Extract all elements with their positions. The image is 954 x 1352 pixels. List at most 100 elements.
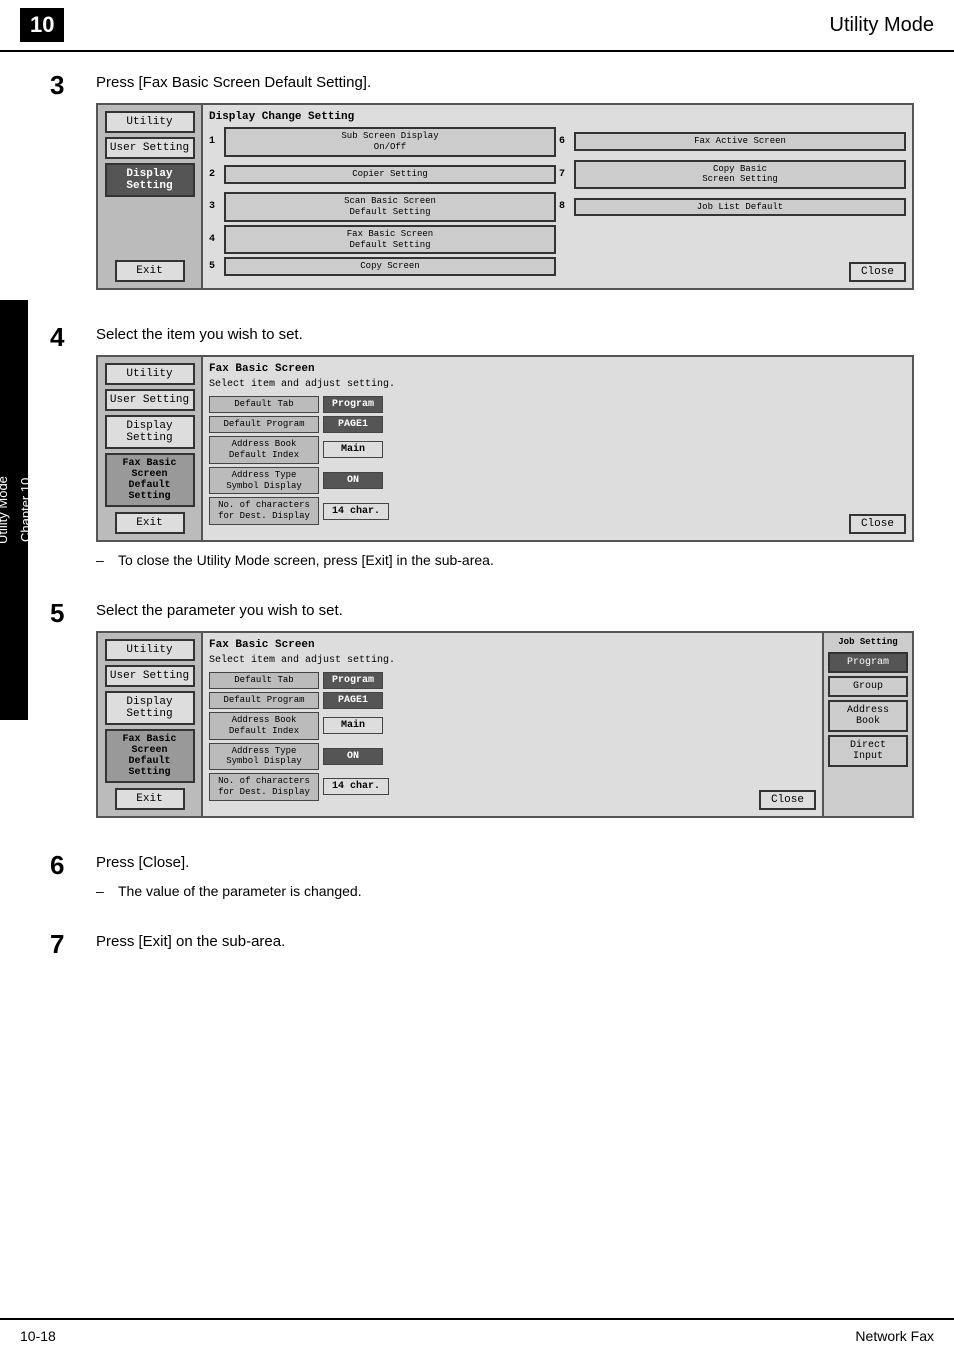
close-btn-5[interactable]: Close — [759, 790, 816, 810]
page-header: 10 Utility Mode — [0, 0, 954, 52]
user-setting-btn-4[interactable]: User Setting — [105, 389, 195, 411]
dcs-btn-6[interactable]: Fax Active Screen — [574, 132, 906, 151]
footer-page-num: 10-18 — [20, 1328, 56, 1344]
screen-5-right-panel: Job Setting Program Group AddressBook Di… — [822, 633, 912, 816]
screen-3-title: Display Change Setting — [209, 111, 906, 123]
fbs-label-2[interactable]: Default Program — [209, 416, 319, 433]
fbs5-label-4[interactable]: Address TypeSymbol Display — [209, 743, 319, 771]
dcs-item-3: 3 Scan Basic ScreenDefault Setting — [209, 192, 556, 222]
direct-input-btn-5[interactable]: Direct Input — [828, 735, 908, 767]
fbs5-label-5[interactable]: No. of charactersfor Dest. Display — [209, 773, 319, 801]
dcs-num-2: 2 — [209, 169, 221, 180]
dcs-item-8: 8 Job List Default — [559, 192, 906, 222]
step-3-number: 3 — [50, 72, 86, 98]
exit-btn-5[interactable]: Exit — [115, 788, 185, 810]
screen-4-subtitle: Select item and adjust setting. — [209, 379, 906, 390]
side-tab-mode: Utility Mode — [0, 476, 10, 544]
step-6: 6 Press [Close]. – The value of the para… — [50, 852, 914, 907]
dcs-btn-1[interactable]: Sub Screen DisplayOn/Off — [224, 127, 556, 157]
fax-basic-btn-5[interactable]: Fax Basic ScreenDefault Setting — [105, 729, 195, 783]
fax-basic-btn-4[interactable]: Fax Basic ScreenDefault Setting — [105, 453, 195, 507]
step-7: 7 Press [Exit] on the sub-area. — [50, 931, 914, 962]
side-tab: Utility Mode Chapter 10 — [0, 300, 28, 720]
step-7-content: Press [Exit] on the sub-area. — [96, 931, 914, 962]
dcs-num-6: 6 — [559, 136, 571, 147]
dcs-btn-3[interactable]: Scan Basic ScreenDefault Setting — [224, 192, 556, 222]
utility-btn-3[interactable]: Utility — [105, 111, 195, 133]
fbs-row-1: Default Tab Program — [209, 396, 906, 413]
step-3-content: Press [Fax Basic Screen Default Setting]… — [96, 72, 914, 300]
footer-section: Network Fax — [855, 1328, 934, 1344]
user-setting-btn-5[interactable]: User Setting — [105, 665, 195, 687]
dcs-item-2: 2 Copier Setting — [209, 160, 556, 190]
fbs5-label-2[interactable]: Default Program — [209, 692, 319, 709]
step-7-number: 7 — [50, 931, 86, 957]
note-text-4: To close the Utility Mode screen, press … — [118, 552, 494, 568]
user-setting-btn-3[interactable]: User Setting — [105, 137, 195, 159]
screen-3-sidebar: Utility User Setting Display Setting Exi… — [98, 105, 203, 288]
fbs-value-5[interactable]: 14 char. — [323, 503, 389, 520]
dcs-num-4: 4 — [209, 234, 221, 245]
display-setting-btn-5[interactable]: Display Setting — [105, 691, 195, 725]
fbs5-label-1[interactable]: Default Tab — [209, 672, 319, 689]
note-dash-4: – — [96, 552, 110, 568]
address-book-btn-5[interactable]: AddressBook — [828, 700, 908, 732]
step-4-content: Select the item you wish to set. Utility… — [96, 324, 914, 576]
fbs-label-5[interactable]: No. of charactersfor Dest. Display — [209, 497, 319, 525]
fbs-value-4[interactable]: ON — [323, 472, 383, 489]
fbs-row-5: No. of charactersfor Dest. Display 14 ch… — [209, 497, 906, 525]
screen-3-mockup: Utility User Setting Display Setting Exi… — [96, 103, 914, 290]
dcs-item-5: 5 Copy Screen — [209, 257, 556, 276]
job-setting-label: Job Setting — [828, 637, 908, 647]
dcs-num-5: 5 — [209, 261, 221, 272]
fbs-label-1[interactable]: Default Tab — [209, 396, 319, 413]
utility-btn-4[interactable]: Utility — [105, 363, 195, 385]
exit-btn-4[interactable]: Exit — [115, 512, 185, 534]
dcs-item-7: 7 Copy BasicScreen Setting — [559, 160, 906, 190]
dcs-num-3: 3 — [209, 201, 221, 212]
fbs5-value-2[interactable]: PAGE1 — [323, 692, 383, 709]
dcs-btn-4[interactable]: Fax Basic ScreenDefault Setting — [224, 225, 556, 255]
step-4: 4 Select the item you wish to set. Utili… — [50, 324, 914, 576]
step-3: 3 Press [Fax Basic Screen Default Settin… — [50, 72, 914, 300]
screen-3-main: Display Change Setting 1 Sub Screen Disp… — [203, 105, 912, 288]
fbs5-value-5[interactable]: 14 char. — [323, 778, 389, 795]
utility-btn-5[interactable]: Utility — [105, 639, 195, 661]
screen-5-sidebar: Utility User Setting Display Setting Fax… — [98, 633, 203, 816]
fbs-label-3[interactable]: Address BookDefault Index — [209, 436, 319, 464]
note-dash-6: – — [96, 883, 110, 899]
close-btn-4[interactable]: Close — [849, 514, 906, 534]
page-footer: 10-18 Network Fax — [0, 1318, 954, 1352]
chapter-number: 10 — [20, 8, 64, 42]
fbs-row-4: Address TypeSymbol Display ON — [209, 467, 906, 495]
dcs-btn-5[interactable]: Copy Screen — [224, 257, 556, 276]
fbs-value-1[interactable]: Program — [323, 396, 383, 413]
exit-btn-3[interactable]: Exit — [115, 260, 185, 282]
dcs-btn-8[interactable]: Job List Default — [574, 198, 906, 217]
screen-5-main: Fax Basic Screen Select item and adjust … — [203, 633, 822, 816]
screen-5-subtitle: Select item and adjust setting. — [209, 655, 816, 666]
screen-4-sidebar: Utility User Setting Display Setting Fax… — [98, 357, 203, 540]
step-6-note: – The value of the parameter is changed. — [96, 883, 914, 899]
dcs-btn-2[interactable]: Copier Setting — [224, 165, 556, 184]
close-btn-3[interactable]: Close — [849, 262, 906, 282]
side-tab-chapter: Chapter 10 — [18, 478, 33, 542]
dcs-num-7: 7 — [559, 169, 571, 180]
display-setting-btn-3[interactable]: Display Setting — [105, 163, 195, 197]
dcs-item-1: 1 Sub Screen DisplayOn/Off — [209, 127, 556, 157]
fbs5-label-3[interactable]: Address BookDefault Index — [209, 712, 319, 740]
step-7-text: Press [Exit] on the sub-area. — [96, 931, 914, 952]
display-setting-btn-4[interactable]: Display Setting — [105, 415, 195, 449]
fbs5-value-1[interactable]: Program — [323, 672, 383, 689]
step-5: 5 Select the parameter you wish to set. … — [50, 600, 914, 828]
group-btn-5[interactable]: Group — [828, 676, 908, 697]
dcs-btn-7[interactable]: Copy BasicScreen Setting — [574, 160, 906, 190]
fbs-value-3[interactable]: Main — [323, 441, 383, 458]
fbs5-value-3[interactable]: Main — [323, 717, 383, 734]
program-btn-5[interactable]: Program — [828, 652, 908, 673]
fbs-value-2[interactable]: PAGE1 — [323, 416, 383, 433]
fbs-label-4[interactable]: Address TypeSymbol Display — [209, 467, 319, 495]
fbs5-value-4[interactable]: ON — [323, 748, 383, 765]
step-5-content: Select the parameter you wish to set. Ut… — [96, 600, 914, 828]
fbs5-row-4: Address TypeSymbol Display ON — [209, 743, 816, 771]
